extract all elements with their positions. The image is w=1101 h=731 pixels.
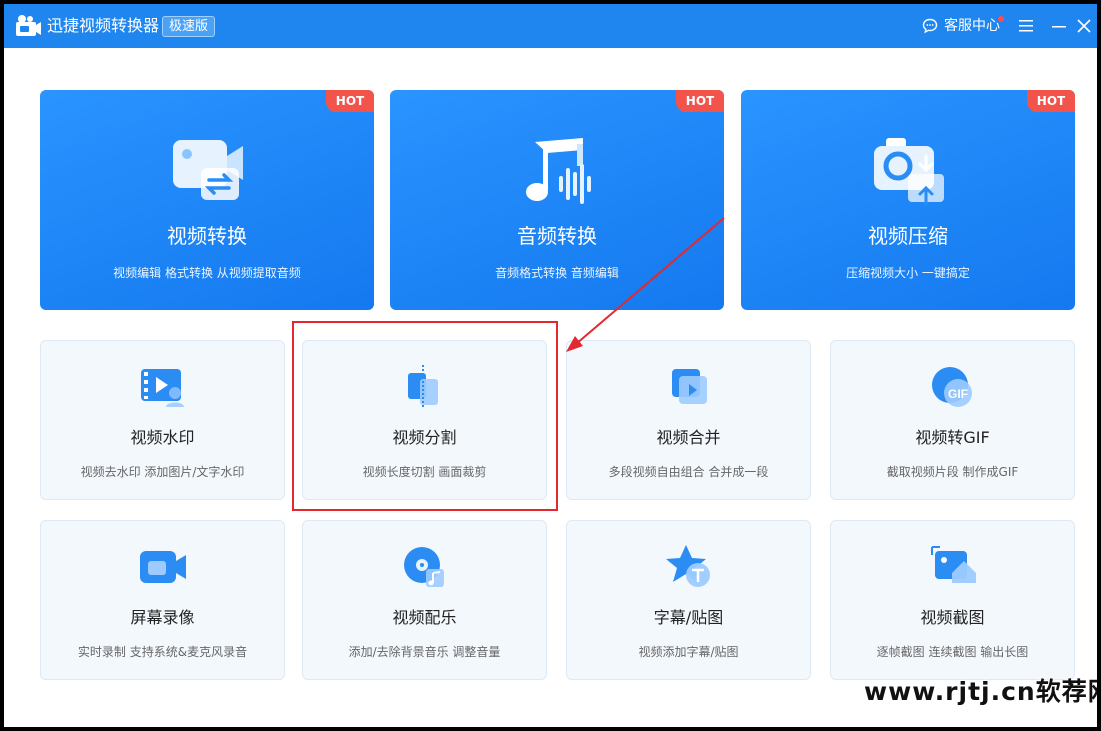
screen-record-icon — [140, 551, 186, 583]
screenshot-icon — [931, 546, 976, 583]
card-title: 视频压缩 — [868, 224, 948, 248]
card-subtitle: 压缩视频大小 一键搞定 — [846, 266, 970, 280]
tool-title: 视频配乐 — [392, 608, 457, 627]
hamburger-menu-icon — [1019, 20, 1033, 32]
video-music-card[interactable]: 视频配乐 添加/去除背景音乐 调整音量 — [302, 520, 547, 680]
tool-title: 视频截图 — [920, 608, 985, 627]
close-icon — [1077, 19, 1091, 33]
svg-text:GIF: GIF — [948, 387, 968, 401]
video-screenshot-card[interactable]: 视频截图 逐帧截图 连续截图 输出长图 — [830, 520, 1075, 680]
tool-subtitle: 视频添加字幕/贴图 — [638, 645, 739, 659]
notification-dot — [998, 16, 1004, 22]
subtitle-sticker-card[interactable]: 字幕/贴图 视频添加字幕/贴图 — [566, 520, 811, 680]
video-compress-icon — [874, 138, 944, 206]
hot-badge: HOT — [326, 90, 374, 112]
minimize-icon — [1052, 26, 1066, 28]
edition-badge: 极速版 — [162, 16, 216, 37]
hot-badge: HOT — [676, 90, 724, 112]
audio-convert-icon — [526, 138, 591, 204]
tool-subtitle: 视频去水印 添加图片/文字水印 — [80, 465, 245, 479]
tool-subtitle: 逐帧截图 连续截图 输出长图 — [876, 645, 1029, 659]
tool-subtitle: 添加/去除背景音乐 调整音量 — [348, 645, 501, 659]
hot-badge: HOT — [1027, 90, 1075, 112]
close-button[interactable] — [1074, 16, 1094, 36]
tool-subtitle: 实时录制 支持系统&麦克风录音 — [77, 645, 248, 659]
merge-icon — [672, 369, 707, 404]
video-compress-card[interactable]: HOT 视频压缩 压缩视频大小 一键搞定 — [741, 90, 1075, 310]
app-logo-icon — [16, 15, 41, 36]
gif-icon: GIF — [932, 367, 972, 407]
customer-service-button[interactable]: 客服中心 — [922, 15, 1004, 37]
site-watermark: www.rjtj.cn软荐网 — [864, 677, 1097, 706]
music-icon — [404, 547, 444, 587]
chat-bubble-icon — [922, 18, 938, 34]
title-bar: 迅捷视频转换器 极速版 客服中心 — [4, 4, 1097, 48]
screen-record-card[interactable]: 屏幕录像 实时录制 支持系统&麦克风录音 — [40, 520, 285, 680]
video-watermark-card[interactable]: 视频水印 视频去水印 添加图片/文字水印 — [40, 340, 285, 500]
tool-subtitle: 多段视频自由组合 合并成一段 — [608, 465, 769, 479]
tool-title: 字幕/贴图 — [653, 608, 724, 627]
card-title: 音频转换 — [517, 224, 597, 248]
minimize-button[interactable] — [1049, 16, 1069, 36]
tool-title: 屏幕录像 — [130, 608, 195, 627]
app-window: 迅捷视频转换器 极速版 客服中心 HOT 视频转换 视频编辑 格式转换 从视频提… — [4, 4, 1097, 727]
app-title: 迅捷视频转换器 — [47, 16, 160, 35]
video-merge-card[interactable]: 视频合并 多段视频自由组合 合并成一段 — [566, 340, 811, 500]
audio-convert-card[interactable]: HOT 音频转换 音频格式转换 音频编辑 — [390, 90, 724, 310]
tool-subtitle: 截取视频片段 制作成GIF — [886, 465, 1019, 479]
tool-title: 视频合并 — [656, 428, 721, 447]
tool-title: 视频水印 — [130, 428, 195, 447]
customer-service-label: 客服中心 — [944, 18, 1000, 34]
card-subtitle: 音频格式转换 音频编辑 — [495, 266, 619, 280]
highlight-box — [292, 321, 558, 511]
card-subtitle: 视频编辑 格式转换 从视频提取音频 — [113, 266, 301, 280]
card-title: 视频转换 — [167, 224, 247, 248]
video-convert-icon — [173, 140, 243, 200]
watermark-icon — [141, 369, 184, 407]
video-to-gif-card[interactable]: GIF 视频转GIF 截取视频片段 制作成GIF — [830, 340, 1075, 500]
video-convert-card[interactable]: HOT 视频转换 视频编辑 格式转换 从视频提取音频 — [40, 90, 374, 310]
subtitle-icon — [666, 545, 710, 587]
tool-title: 视频转GIF — [915, 428, 990, 447]
menu-button[interactable] — [1016, 16, 1036, 36]
